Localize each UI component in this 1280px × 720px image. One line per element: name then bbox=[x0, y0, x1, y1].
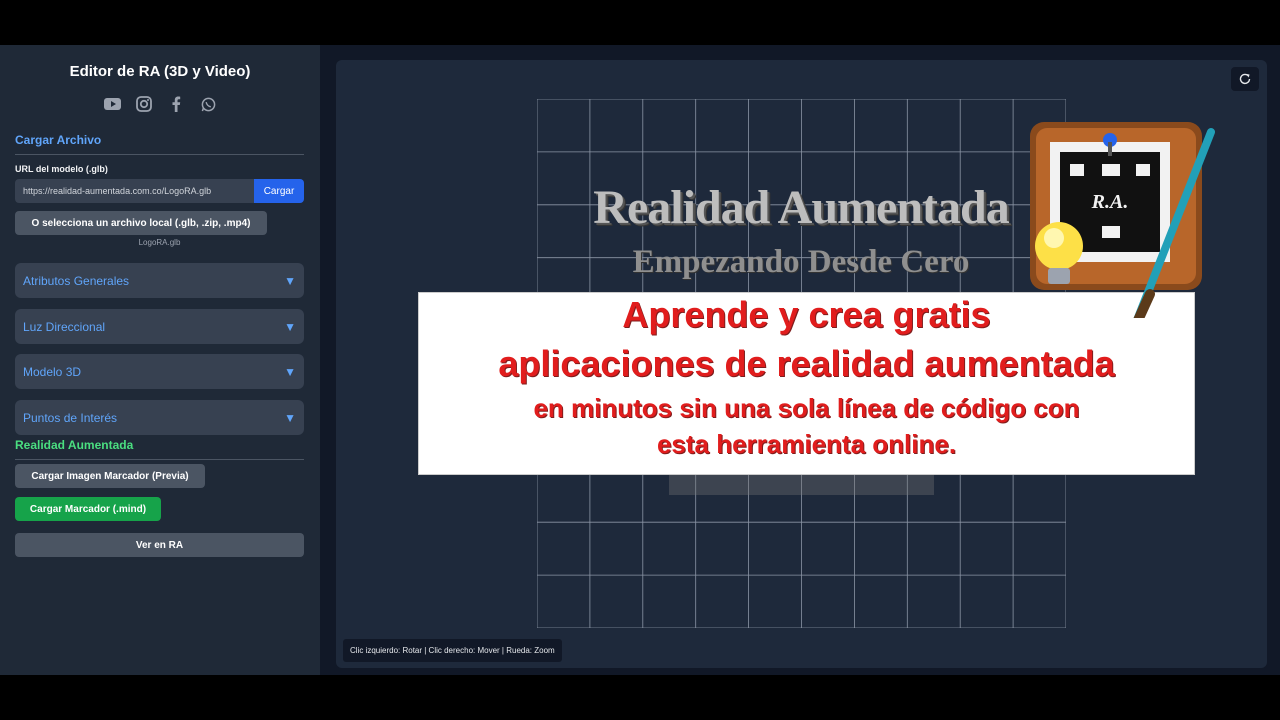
overlay-title: Realidad Aumentada bbox=[593, 181, 1009, 234]
accordion-label: Luz Direccional bbox=[23, 319, 106, 334]
url-field-label: URL del modelo (.glb) bbox=[15, 164, 108, 174]
accordion-label: Atributos Generales bbox=[23, 273, 130, 288]
promo-banner: Aprende y crea gratis aplicaciones de re… bbox=[418, 292, 1195, 475]
accordion-directional-light[interactable]: Luz Direccional ▼ bbox=[15, 309, 304, 344]
load-marker-mind-button[interactable]: Cargar Marcador (.mind) bbox=[15, 497, 161, 521]
load-marker-image-button[interactable]: Cargar Imagen Marcador (Previa) bbox=[15, 464, 205, 488]
ar-section-title: Realidad Aumentada bbox=[15, 438, 134, 452]
whatsapp-icon[interactable] bbox=[199, 95, 217, 113]
accordion-label: Puntos de Interés bbox=[23, 410, 118, 425]
chevron-down-icon: ▼ bbox=[284, 410, 296, 425]
promo-line-3: en minutos sin una sola línea de código … bbox=[533, 393, 1080, 423]
logo-text: R.A. bbox=[1091, 191, 1129, 213]
model-shadow bbox=[669, 475, 934, 495]
app-title: Editor de RA (3D y Video) bbox=[69, 63, 251, 80]
view-in-ar-button[interactable]: Ver en RA bbox=[15, 533, 304, 557]
divider bbox=[15, 154, 304, 155]
accordion-label: Modelo 3D bbox=[23, 364, 82, 379]
ar-logo: R.A. bbox=[1030, 122, 1215, 318]
promo-line-4: esta herramienta online. bbox=[656, 429, 957, 459]
sidebar: Editor de RA (3D y Video) Cargar Archivo… bbox=[0, 45, 320, 675]
youtube-icon[interactable] bbox=[103, 95, 121, 113]
accordion-points-of-interest[interactable]: Puntos de Interés ▼ bbox=[15, 400, 304, 435]
overlay-subtitle: Empezando Desde Cero bbox=[632, 244, 970, 280]
load-url-button[interactable]: Cargar bbox=[254, 179, 304, 203]
app-root: Editor de RA (3D y Video) Cargar Archivo… bbox=[0, 45, 1280, 675]
instagram-icon[interactable] bbox=[135, 95, 153, 113]
accordion-general-attributes[interactable]: Atributos Generales ▼ bbox=[15, 263, 304, 298]
chevron-down-icon: ▼ bbox=[284, 364, 296, 379]
facebook-icon[interactable] bbox=[167, 95, 185, 113]
select-local-file-button[interactable]: O selecciona un archivo local (.glb, .zi… bbox=[15, 211, 267, 235]
load-section-title: Cargar Archivo bbox=[15, 133, 102, 147]
promo-line-2: aplicaciones de realidad aumentada bbox=[498, 343, 1115, 384]
model-url-input[interactable] bbox=[15, 179, 254, 203]
selected-file-name: LogoRA.glb bbox=[138, 238, 181, 247]
promo-line-1: Aprende y crea gratis bbox=[622, 294, 991, 335]
divider bbox=[15, 459, 304, 460]
chevron-down-icon: ▼ bbox=[284, 273, 296, 288]
refresh-icon bbox=[1239, 73, 1251, 85]
reset-view-button[interactable] bbox=[1231, 67, 1259, 91]
chevron-down-icon: ▼ bbox=[284, 319, 296, 334]
controls-hint: Clic izquierdo: Rotar | Clic derecho: Mo… bbox=[343, 639, 562, 662]
social-links bbox=[0, 95, 320, 113]
3d-viewport[interactable]: Realidad Aumentada Empezando Desde Cero … bbox=[336, 60, 1267, 668]
accordion-3d-model[interactable]: Modelo 3D ▼ bbox=[15, 354, 304, 389]
